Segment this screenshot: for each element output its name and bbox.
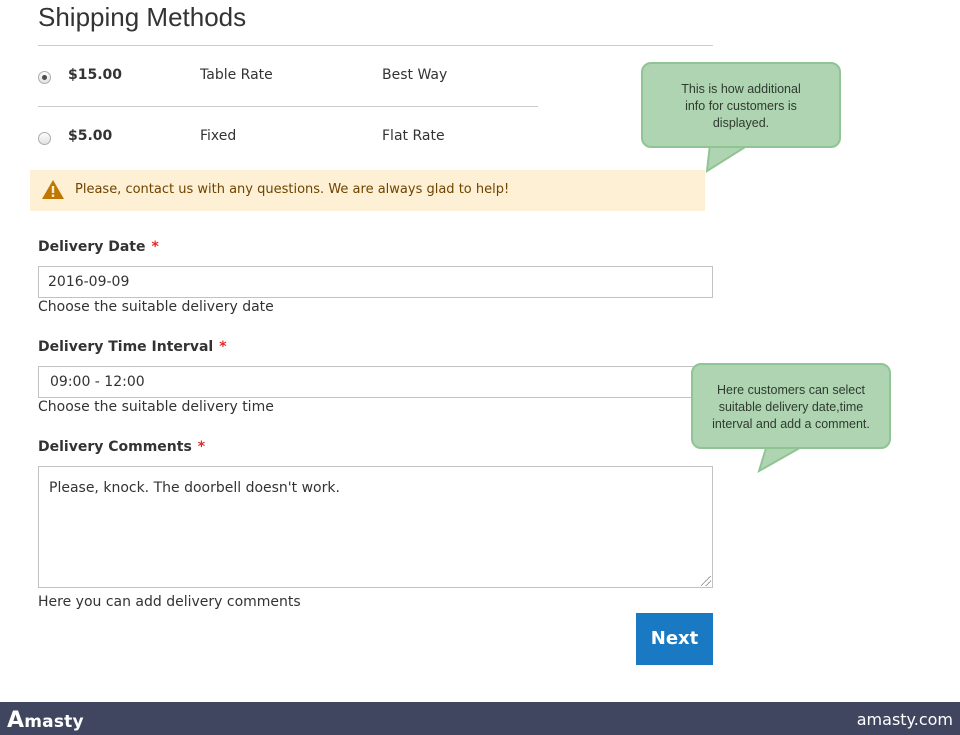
carrier-title: Table Rate <box>200 67 273 83</box>
shipping-method-row[interactable]: $5.00 Fixed Flat Rate <box>38 128 538 152</box>
footer-site: amasty.com <box>856 710 953 729</box>
delivery-comments-label: Delivery Comments * <box>38 439 206 455</box>
callout-tail-icon <box>705 144 752 173</box>
delivery-time-label: Delivery Time Interval * <box>38 339 227 355</box>
shipping-method-row[interactable]: $15.00 Table Rate Best Way <box>38 67 538 91</box>
callout-line: suitable delivery date,time <box>718 400 864 414</box>
callout-line: This is how additional <box>681 82 801 96</box>
comments-text: Please, knock. The doorbell doesn't work… <box>49 480 340 496</box>
notice-message: Please, contact us with any questions. W… <box>75 182 510 197</box>
info-callout: This is how additional info for customer… <box>641 62 841 148</box>
title-divider <box>38 45 713 46</box>
info-notice: Please, contact us with any questions. W… <box>30 170 705 211</box>
callout-tail-icon <box>757 445 808 474</box>
resize-handle-icon[interactable] <box>701 576 711 586</box>
delivery-date-note: Choose the suitable delivery date <box>38 299 274 315</box>
warning-icon <box>42 180 64 199</box>
footer-bar: Amasty amasty.com <box>0 702 960 735</box>
delivery-date-input[interactable]: 2016-09-09 <box>38 266 713 298</box>
required-asterisk: * <box>197 439 206 455</box>
carrier-title: Fixed <box>200 128 237 144</box>
callout-line: interval and add a comment. <box>712 417 870 431</box>
method-title: Flat Rate <box>382 128 445 144</box>
callout-line: Here customers can select <box>717 383 865 397</box>
method-divider <box>38 106 538 107</box>
next-button[interactable]: Next <box>636 613 713 665</box>
delivery-comments-note: Here you can add delivery comments <box>38 594 301 610</box>
delivery-time-note: Choose the suitable delivery time <box>38 399 274 415</box>
shipping-method-radio[interactable] <box>38 132 51 145</box>
method-price: $15.00 <box>68 67 123 83</box>
amasty-logo: Amasty <box>7 708 84 733</box>
delivery-time-select[interactable]: 09:00 - 12:00 <box>38 366 713 398</box>
delivery-comments-textarea[interactable]: Please, knock. The doorbell doesn't work… <box>38 466 713 588</box>
delivery-callout: Here customers can select suitable deliv… <box>691 363 891 449</box>
required-asterisk: * <box>219 339 227 355</box>
delivery-date-label: Delivery Date * <box>38 239 159 255</box>
callout-line: displayed. <box>712 116 770 130</box>
shipping-method-radio-selected[interactable] <box>38 71 51 84</box>
method-title: Best Way <box>382 67 448 83</box>
required-asterisk: * <box>151 239 159 255</box>
method-price: $5.00 <box>68 128 113 144</box>
page-title: Shipping Methods <box>38 2 247 32</box>
callout-line: info for customers is <box>685 99 797 113</box>
